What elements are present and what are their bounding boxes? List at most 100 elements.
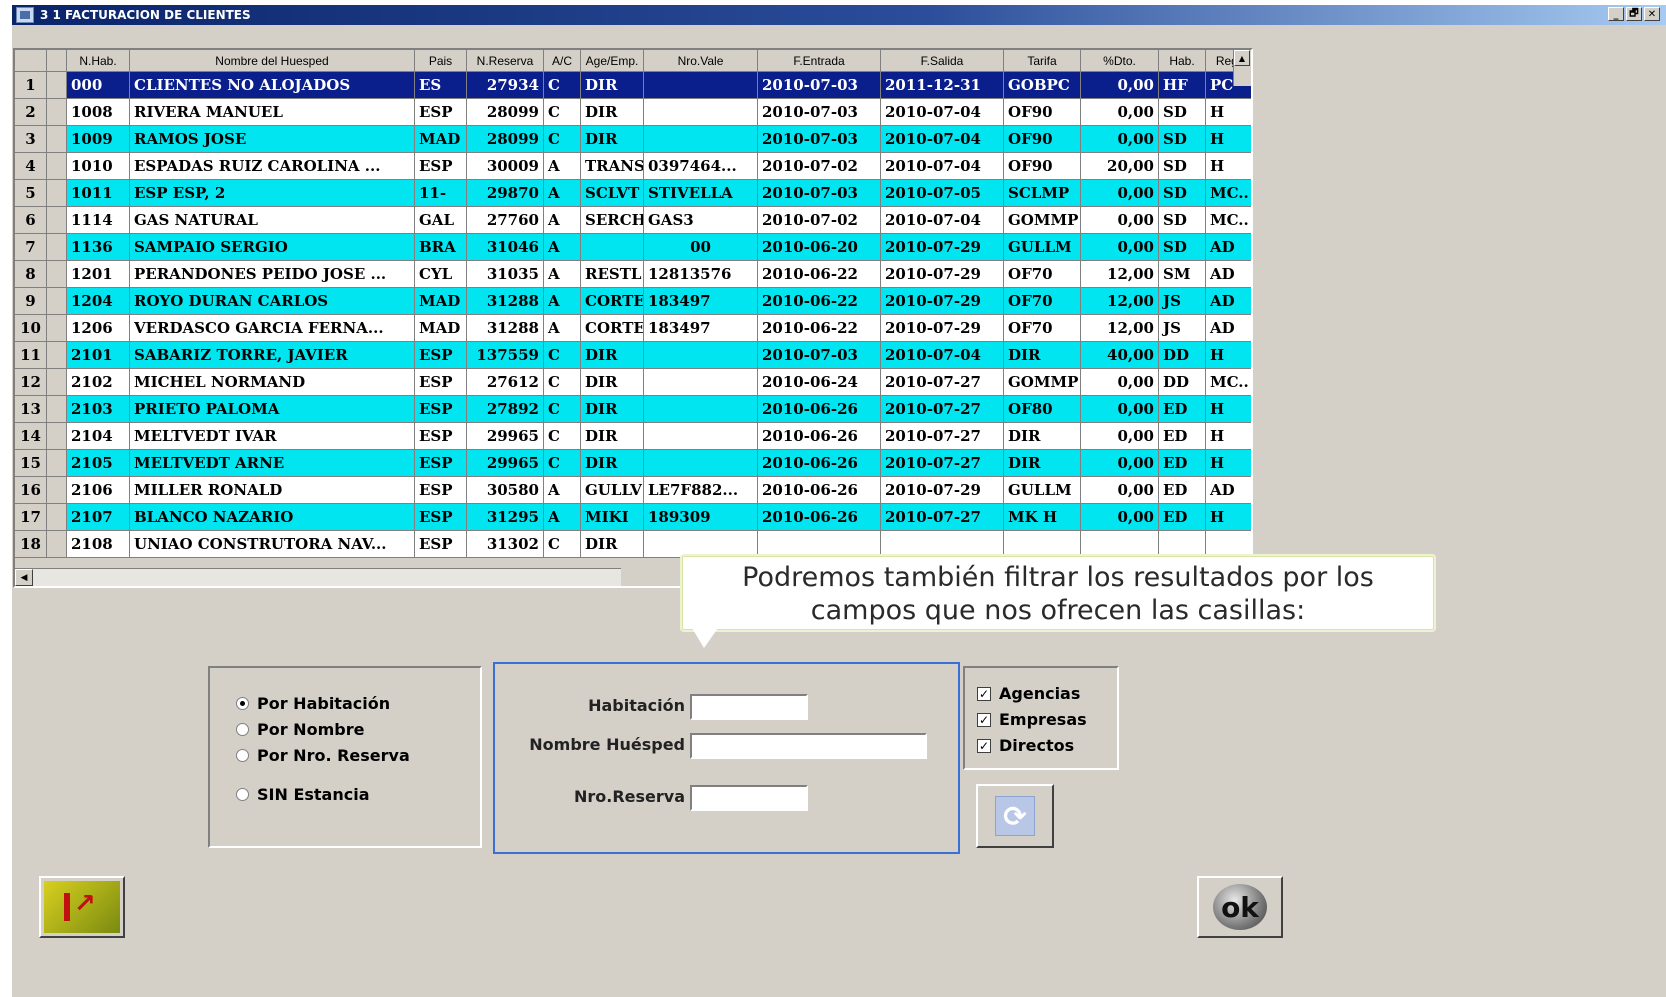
scroll-up-icon[interactable]: ▲ [1234,50,1250,66]
column-header[interactable]: F.Salida [881,50,1004,72]
row-number[interactable]: 12 [15,369,47,396]
table-cell[interactable]: 2010-06-22 [758,261,881,288]
table-cell[interactable]: 40,00 [1081,342,1159,369]
column-header[interactable]: Tarifa [1004,50,1081,72]
table-cell[interactable]: AD [1206,288,1251,315]
table-cell[interactable]: SD [1159,153,1206,180]
row-number[interactable]: 11 [15,342,47,369]
table-row[interactable]: 6 1114 GAS NATURAL GAL 27760 A SERCH GAS3 2010-0… [15,207,1251,234]
table-cell[interactable]: AD [1206,477,1251,504]
table-cell[interactable]: 1206 [67,315,130,342]
table-cell[interactable]: 2010-07-27 [881,396,1004,423]
table-cell[interactable]: 2010-07-27 [881,504,1004,531]
column-header[interactable]: N.Hab. [67,50,130,72]
table-cell[interactable]: 11- [415,180,467,207]
checkbox-checked-icon[interactable]: ✓ [977,738,991,753]
table-cell[interactable] [644,423,758,450]
table-cell[interactable]: 0,00 [1081,504,1159,531]
table-cell[interactable]: 2 [1252,99,1253,126]
table-cell[interactable] [1081,531,1159,558]
radio-icon[interactable] [236,723,249,736]
table-cell[interactable]: 2010-06-24 [758,369,881,396]
column-header[interactable]: A/C [544,50,581,72]
table-cell[interactable]: GOMMP [1004,207,1081,234]
table-cell[interactable]: SD [1159,126,1206,153]
table-cell[interactable]: 0397464... [644,153,758,180]
table-cell[interactable]: ED [1159,450,1206,477]
table-cell[interactable]: RESTL [581,261,644,288]
checkbox-checked-icon[interactable]: ✓ [977,712,991,727]
column-header[interactable]: Age/Emp. [581,50,644,72]
table-cell[interactable]: STIVELLA [644,180,758,207]
table-cell[interactable]: DIR [581,531,644,558]
table-cell[interactable]: 2010-07-05 [881,180,1004,207]
table-cell[interactable]: 2 [1252,153,1253,180]
table-cell[interactable]: 2010-06-20 [758,234,881,261]
table-cell[interactable]: DIR [1004,450,1081,477]
table-cell[interactable]: H [1206,126,1251,153]
table-cell[interactable]: CORTE [581,315,644,342]
table-cell[interactable]: 0,00 [1081,234,1159,261]
table-cell[interactable]: PRIETO PALOMA [130,396,415,423]
table-cell[interactable]: C [544,531,581,558]
table-cell[interactable]: 2010-06-26 [758,504,881,531]
row-number[interactable]: 2 [15,99,47,126]
table-cell[interactable]: RIVERA MANUEL [130,99,415,126]
checkbox-empresas[interactable]: ✓ Empresas [977,710,1087,729]
table-cell[interactable]: 31288 [467,288,544,315]
table-cell[interactable]: SD [1159,99,1206,126]
table-cell[interactable]: ED [1159,396,1206,423]
table-cell[interactable]: JS [1159,315,1206,342]
minimize-button[interactable]: _ [1608,7,1624,21]
table-cell[interactable]: MAD [415,288,467,315]
table-row[interactable]: 3 1009 RAMOS JOSE MAD 28099 C DIR 2010-07-03 201… [15,126,1251,153]
table-cell[interactable]: MC.. [1206,180,1251,207]
table-cell[interactable]: C [544,450,581,477]
table-cell[interactable]: 2011-12-31 [881,72,1004,99]
table-cell[interactable]: ESP [415,531,467,558]
table-cell[interactable]: AD [1206,234,1251,261]
table-cell[interactable]: H [1206,99,1251,126]
column-header[interactable]: %Dto. [1081,50,1159,72]
table-cell[interactable]: ESP [415,342,467,369]
table-cell[interactable]: 2106 [67,477,130,504]
nombre-huesped-input[interactable] [690,733,927,759]
table-cell[interactable]: 0,00 [1081,99,1159,126]
table-cell[interactable]: C [544,396,581,423]
table-row[interactable]: 11 2101 SABARIZ TORRE, JAVIER ESP 137559 C DIR… [15,342,1251,369]
table-cell[interactable]: MK H [1004,504,1081,531]
table-cell[interactable]: HF [1159,72,1206,99]
table-cell[interactable]: 12,00 [1081,261,1159,288]
table-cell[interactable]: 2103 [67,396,130,423]
row-number[interactable]: 6 [15,207,47,234]
table-cell[interactable]: 27892 [467,396,544,423]
table-cell[interactable]: 2010-07-29 [881,288,1004,315]
table-cell[interactable]: DIR [581,369,644,396]
table-cell[interactable]: A [544,234,581,261]
table-row[interactable]: 1 000 CLIENTES NO ALOJADOS ES 27934 C DIR 2010-… [15,72,1251,99]
table-cell[interactable]: 29965 [467,423,544,450]
table-cell[interactable]: 2104 [67,423,130,450]
table-row[interactable]: 8 1201 PERANDONES PEIDO JOSE ... CYL 31035 A R… [15,261,1251,288]
table-cell[interactable]: C [544,99,581,126]
table-cell[interactable]: 0,00 [1081,126,1159,153]
table-row[interactable]: 13 2103 PRIETO PALOMA ESP 27892 C DIR 2010-06-2… [15,396,1253,423]
checkbox-directos[interactable]: ✓ Directos [977,736,1074,755]
table-cell[interactable]: RAMOS JOSE [130,126,415,153]
table-cell[interactable]: 2010-07-27 [881,369,1004,396]
table-cell[interactable]: 2 [1252,396,1253,423]
column-header[interactable]: Hab. [1159,50,1206,72]
column-header[interactable]: Pax [1252,50,1253,72]
table-cell[interactable]: 12,00 [1081,315,1159,342]
table-cell[interactable]: 0,00 [1081,180,1159,207]
table-cell[interactable]: 0,00 [1081,369,1159,396]
table-cell[interactable]: A [544,207,581,234]
ok-button[interactable]: ok [1197,876,1283,938]
radio-sin-estancia[interactable]: SIN Estancia [236,785,370,804]
table-cell[interactable]: MC.. [1206,369,1251,396]
table-cell[interactable]: A [544,153,581,180]
table-cell[interactable]: 2010-06-22 [758,288,881,315]
table-cell[interactable]: GULLM [1004,477,1081,504]
table-cell[interactable]: OF90 [1004,99,1081,126]
table-cell[interactable] [644,396,758,423]
